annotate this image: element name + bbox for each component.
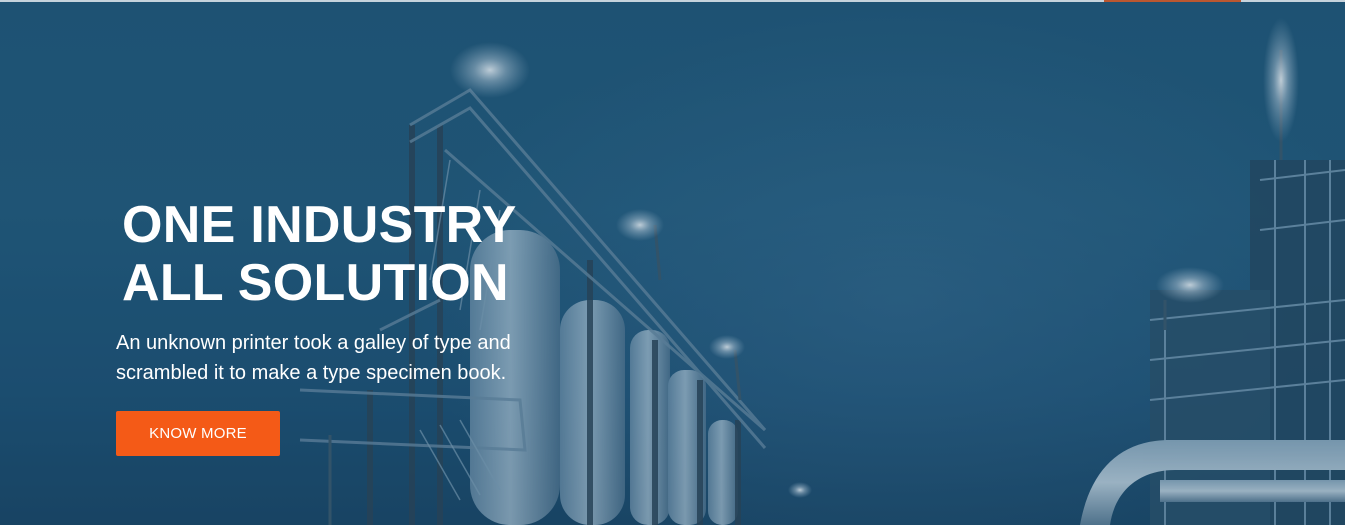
hero-headline-line-1: ONE INDUSTRY [122,196,517,254]
hero-subtext: An unknown printer took a galley of type… [116,328,636,388]
know-more-button[interactable]: KNOW MORE [116,411,280,456]
hero-banner: ONE INDUSTRY ALL SOLUTION An unknown pri… [0,0,1345,525]
hero-subtext-line-1: An unknown printer took a galley of type… [116,332,511,354]
hero-headline-line-2: ALL SOLUTION [122,254,509,312]
hero-headline: ONE INDUSTRY ALL SOLUTION [122,196,517,312]
hero-subtext-line-2: scrambled it to make a type specimen boo… [116,362,507,384]
